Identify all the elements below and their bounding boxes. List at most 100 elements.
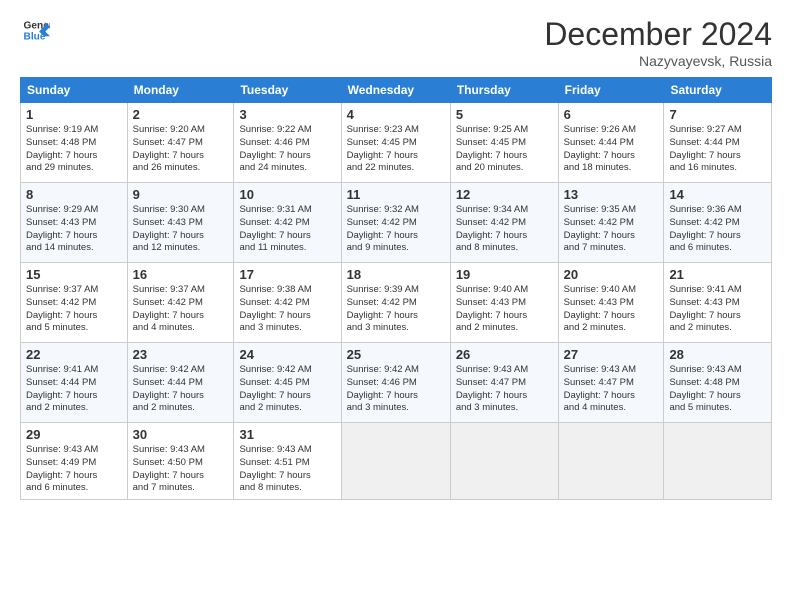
day-number: 27 [564, 347, 659, 362]
day-number: 25 [347, 347, 445, 362]
calendar-cell: 16 Sunrise: 9:37 AM Sunset: 4:42 PM Dayli… [127, 263, 234, 343]
day-number: 21 [669, 267, 766, 282]
day-number: 19 [456, 267, 553, 282]
day-number: 30 [133, 427, 229, 442]
day-number: 18 [347, 267, 445, 282]
day-number: 7 [669, 107, 766, 122]
calendar-cell: 18 Sunrise: 9:39 AM Sunset: 4:42 PM Dayli… [341, 263, 450, 343]
weekday-header: Monday [127, 78, 234, 103]
calendar-cell: 28 Sunrise: 9:43 AM Sunset: 4:48 PM Dayli… [664, 343, 772, 423]
day-info: Sunrise: 9:34 AM Sunset: 4:42 PM Dayligh… [456, 204, 553, 255]
day-number: 9 [133, 187, 229, 202]
calendar-body: 1 Sunrise: 9:19 AM Sunset: 4:48 PM Daylig… [21, 103, 772, 500]
calendar-cell: 31Sunrise: 9:43 AM Sunset: 4:51 PM Dayli… [234, 423, 341, 500]
calendar-cell: 12 Sunrise: 9:34 AM Sunset: 4:42 PM Dayli… [450, 183, 558, 263]
calendar-cell: 5 Sunrise: 9:25 AM Sunset: 4:45 PM Daylig… [450, 103, 558, 183]
day-number: 13 [564, 187, 659, 202]
day-info: Sunrise: 9:42 AM Sunset: 4:45 PM Dayligh… [239, 364, 335, 415]
weekday-header: Thursday [450, 78, 558, 103]
day-info: Sunrise: 9:43 AM Sunset: 4:51 PM Dayligh… [239, 444, 335, 495]
day-info: Sunrise: 9:37 AM Sunset: 4:42 PM Dayligh… [133, 284, 229, 335]
calendar-cell: 23 Sunrise: 9:42 AM Sunset: 4:44 PM Dayli… [127, 343, 234, 423]
calendar-cell: 1 Sunrise: 9:19 AM Sunset: 4:48 PM Daylig… [21, 103, 128, 183]
calendar-week-row: 15 Sunrise: 9:37 AM Sunset: 4:42 PM Dayli… [21, 263, 772, 343]
calendar-cell: 26Sunrise: 9:43 AM Sunset: 4:47 PM Dayli… [450, 343, 558, 423]
calendar-cell [450, 423, 558, 500]
day-number: 5 [456, 107, 553, 122]
day-info: Sunrise: 9:42 AM Sunset: 4:44 PM Dayligh… [133, 364, 229, 415]
calendar-cell [664, 423, 772, 500]
day-number: 23 [133, 347, 229, 362]
calendar-table: SundayMondayTuesdayWednesdayThursdayFrid… [20, 77, 772, 500]
weekday-header: Tuesday [234, 78, 341, 103]
day-number: 17 [239, 267, 335, 282]
calendar-cell: 27Sunrise: 9:43 AM Sunset: 4:47 PM Dayli… [558, 343, 664, 423]
day-number: 16 [133, 267, 229, 282]
calendar-cell [558, 423, 664, 500]
calendar-cell: 21 Sunrise: 9:41 AM Sunset: 4:43 PM Dayli… [664, 263, 772, 343]
day-info: Sunrise: 9:23 AM Sunset: 4:45 PM Dayligh… [347, 124, 445, 175]
day-number: 6 [564, 107, 659, 122]
calendar-week-row: 8 Sunrise: 9:29 AM Sunset: 4:43 PM Daylig… [21, 183, 772, 263]
calendar-header-row: SundayMondayTuesdayWednesdayThursdayFrid… [21, 78, 772, 103]
calendar-cell [341, 423, 450, 500]
calendar-cell: 22Sunrise: 9:41 AM Sunset: 4:44 PM Dayli… [21, 343, 128, 423]
day-number: 28 [669, 347, 766, 362]
weekday-header: Saturday [664, 78, 772, 103]
calendar-cell: 2Sunrise: 9:20 AM Sunset: 4:47 PM Daylig… [127, 103, 234, 183]
calendar-cell: 7 Sunrise: 9:27 AM Sunset: 4:44 PM Daylig… [664, 103, 772, 183]
logo-icon: General Blue [22, 16, 50, 44]
calendar-cell: 14Sunrise: 9:36 AM Sunset: 4:42 PM Dayli… [664, 183, 772, 263]
day-info: Sunrise: 9:37 AM Sunset: 4:42 PM Dayligh… [26, 284, 122, 335]
calendar-cell: 19 Sunrise: 9:40 AM Sunset: 4:43 PM Dayli… [450, 263, 558, 343]
weekday-header: Friday [558, 78, 664, 103]
day-info: Sunrise: 9:26 AM Sunset: 4:44 PM Dayligh… [564, 124, 659, 175]
day-info: Sunrise: 9:38 AM Sunset: 4:42 PM Dayligh… [239, 284, 335, 335]
calendar-cell: 30 Sunrise: 9:43 AM Sunset: 4:50 PM Dayli… [127, 423, 234, 500]
day-number: 24 [239, 347, 335, 362]
day-info: Sunrise: 9:43 AM Sunset: 4:48 PM Dayligh… [669, 364, 766, 415]
day-number: 29 [26, 427, 122, 442]
day-info: Sunrise: 9:40 AM Sunset: 4:43 PM Dayligh… [564, 284, 659, 335]
day-number: 2 [133, 107, 229, 122]
day-number: 3 [239, 107, 335, 122]
calendar-cell: 10Sunrise: 9:31 AM Sunset: 4:42 PM Dayli… [234, 183, 341, 263]
day-number: 14 [669, 187, 766, 202]
calendar-cell: 9 Sunrise: 9:30 AM Sunset: 4:43 PM Daylig… [127, 183, 234, 263]
calendar-week-row: 22Sunrise: 9:41 AM Sunset: 4:44 PM Dayli… [21, 343, 772, 423]
day-info: Sunrise: 9:27 AM Sunset: 4:44 PM Dayligh… [669, 124, 766, 175]
calendar-cell: 8 Sunrise: 9:29 AM Sunset: 4:43 PM Daylig… [21, 183, 128, 263]
page: General Blue December 2024 Nazyvayevsk, … [0, 0, 792, 612]
day-number: 20 [564, 267, 659, 282]
day-info: Sunrise: 9:40 AM Sunset: 4:43 PM Dayligh… [456, 284, 553, 335]
day-number: 8 [26, 187, 122, 202]
day-info: Sunrise: 9:19 AM Sunset: 4:48 PM Dayligh… [26, 124, 122, 175]
calendar-week-row: 29 Sunrise: 9:43 AM Sunset: 4:49 PM Dayli… [21, 423, 772, 500]
logo: General Blue [20, 16, 50, 49]
day-info: Sunrise: 9:29 AM Sunset: 4:43 PM Dayligh… [26, 204, 122, 255]
day-info: Sunrise: 9:32 AM Sunset: 4:42 PM Dayligh… [347, 204, 445, 255]
calendar-cell: 24 Sunrise: 9:42 AM Sunset: 4:45 PM Dayli… [234, 343, 341, 423]
day-info: Sunrise: 9:22 AM Sunset: 4:46 PM Dayligh… [239, 124, 335, 175]
day-info: Sunrise: 9:41 AM Sunset: 4:44 PM Dayligh… [26, 364, 122, 415]
day-number: 1 [26, 107, 122, 122]
day-info: Sunrise: 9:30 AM Sunset: 4:43 PM Dayligh… [133, 204, 229, 255]
day-number: 15 [26, 267, 122, 282]
month-title: December 2024 [544, 16, 772, 53]
title-block: December 2024 Nazyvayevsk, Russia [544, 16, 772, 69]
calendar-cell: 3 Sunrise: 9:22 AM Sunset: 4:46 PM Daylig… [234, 103, 341, 183]
day-number: 10 [239, 187, 335, 202]
day-info: Sunrise: 9:39 AM Sunset: 4:42 PM Dayligh… [347, 284, 445, 335]
day-info: Sunrise: 9:41 AM Sunset: 4:43 PM Dayligh… [669, 284, 766, 335]
day-info: Sunrise: 9:43 AM Sunset: 4:49 PM Dayligh… [26, 444, 122, 495]
calendar-cell: 29 Sunrise: 9:43 AM Sunset: 4:49 PM Dayli… [21, 423, 128, 500]
day-number: 12 [456, 187, 553, 202]
day-number: 11 [347, 187, 445, 202]
weekday-header: Sunday [21, 78, 128, 103]
calendar-cell: 20 Sunrise: 9:40 AM Sunset: 4:43 PM Dayli… [558, 263, 664, 343]
day-info: Sunrise: 9:25 AM Sunset: 4:45 PM Dayligh… [456, 124, 553, 175]
calendar-cell: 11 Sunrise: 9:32 AM Sunset: 4:42 PM Dayli… [341, 183, 450, 263]
day-info: Sunrise: 9:43 AM Sunset: 4:50 PM Dayligh… [133, 444, 229, 495]
calendar-cell: 6 Sunrise: 9:26 AM Sunset: 4:44 PM Daylig… [558, 103, 664, 183]
calendar-cell: 17 Sunrise: 9:38 AM Sunset: 4:42 PM Dayli… [234, 263, 341, 343]
